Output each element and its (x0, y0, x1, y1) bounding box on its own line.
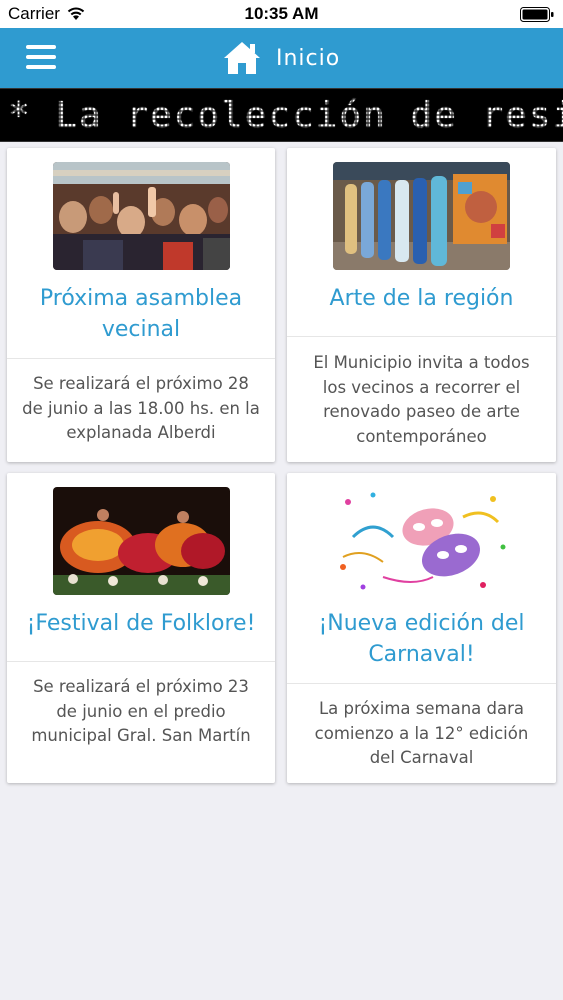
news-ticker: * La recolección de residu (0, 88, 563, 142)
card-divider (7, 661, 275, 662)
card-title: Arte de la región (329, 286, 514, 311)
page-title: Inicio (276, 45, 341, 71)
card-divider (7, 358, 275, 359)
card-description: Se realizará el próximo 28 de junio a la… (22, 374, 260, 442)
hamburger-menu-icon[interactable] (26, 45, 56, 69)
news-card[interactable]: Próxima asamblea vecinal Se realizará el… (7, 148, 275, 462)
card-description: El Municipio invita a todos los vecinos … (313, 353, 530, 446)
card-divider (287, 683, 556, 684)
news-card[interactable]: ¡Festival de Folklore! Se realizará el p… (7, 473, 275, 783)
painted-art-panels-photo (333, 162, 510, 270)
home-icon (224, 42, 260, 74)
status-time: 10:35 AM (244, 4, 319, 23)
carnival-masks-photo (333, 487, 510, 595)
card-title: Próxima asamblea vecinal (39, 286, 243, 342)
card-description: Se realizará el próximo 23 de junio en e… (31, 677, 251, 745)
news-card[interactable]: Arte de la región El Municipio invita a … (287, 148, 556, 462)
card-title: ¡Festival de Folklore! (26, 611, 256, 636)
nav-bar: Inicio (0, 28, 563, 88)
news-card[interactable]: ¡Nueva edición del Carnaval! La próxima … (287, 473, 556, 783)
status-bar: Carrier 10:35 AM (0, 0, 563, 28)
nav-title-group: Inicio (222, 38, 340, 78)
card-title: ¡Nueva edición del Carnaval! (318, 611, 525, 667)
battery-icon (520, 7, 554, 22)
crowd-raising-hands-photo (53, 162, 230, 270)
card-divider (287, 336, 556, 337)
card-description: La próxima semana dara comienzo a la 12°… (314, 699, 529, 767)
ticker-text: * La recolección de residu (8, 95, 563, 136)
folklore-dancers-photo (53, 487, 230, 595)
